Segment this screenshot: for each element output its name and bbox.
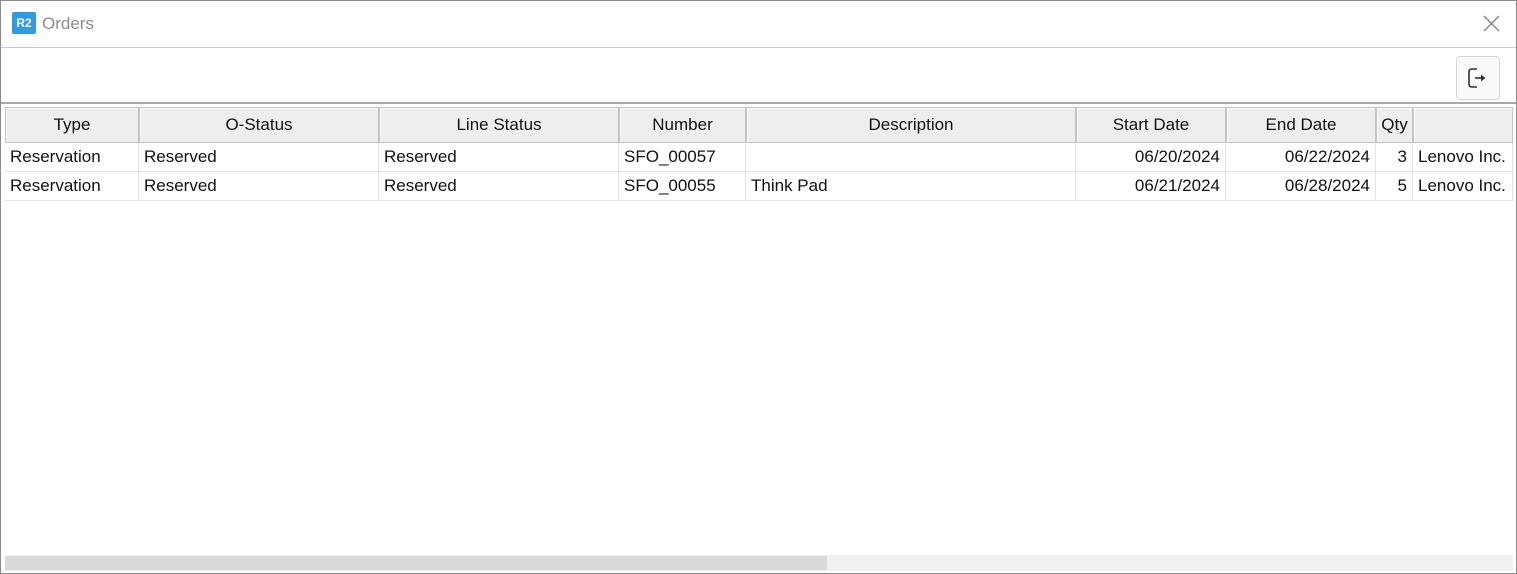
column-header-type[interactable]: Type — [5, 107, 139, 143]
cell-number: SFO_00057 — [619, 143, 746, 172]
column-header-number[interactable]: Number — [619, 107, 746, 143]
horizontal-scrollbar-thumb[interactable] — [5, 556, 827, 570]
cell-type: Reservation — [5, 172, 139, 201]
column-header-description[interactable]: Description — [746, 107, 1076, 143]
cell-vendor: Lenovo Inc. — [1413, 143, 1513, 172]
cell-vendor: Lenovo Inc. — [1413, 172, 1513, 201]
column-header-vendor[interactable] — [1413, 107, 1513, 143]
column-header-line-status[interactable]: Line Status — [379, 107, 619, 143]
app-logo-icon: R2 — [12, 12, 36, 34]
cell-qty: 3 — [1376, 143, 1413, 172]
cell-start-date: 06/21/2024 — [1076, 172, 1226, 201]
exit-button[interactable] — [1456, 56, 1500, 100]
column-header-o-status[interactable]: O-Status — [139, 107, 379, 143]
toolbar — [1, 48, 1516, 104]
table-row[interactable]: Reservation Reserved Reserved SFO_00055 … — [5, 172, 1513, 201]
close-icon — [1483, 15, 1500, 32]
cell-o-status: Reserved — [139, 143, 379, 172]
grid-header-row: Type O-Status Line Status Number Descrip… — [5, 107, 1513, 143]
cell-start-date: 06/20/2024 — [1076, 143, 1226, 172]
table-row[interactable]: Reservation Reserved Reserved SFO_00057 … — [5, 143, 1513, 172]
cell-end-date: 06/28/2024 — [1226, 172, 1376, 201]
orders-grid[interactable]: Type O-Status Line Status Number Descrip… — [5, 107, 1513, 572]
cell-line-status: Reserved — [379, 172, 619, 201]
title-bar: R2 Orders — [1, 1, 1516, 48]
column-header-qty[interactable]: Qty — [1376, 107, 1413, 143]
orders-table: Type O-Status Line Status Number Descrip… — [5, 107, 1513, 201]
cell-number: SFO_00055 — [619, 172, 746, 201]
orders-window: R2 Orders Type O-Status Line Status Numb… — [0, 0, 1517, 574]
cell-qty: 5 — [1376, 172, 1413, 201]
cell-type: Reservation — [5, 143, 139, 172]
horizontal-scrollbar[interactable] — [5, 555, 1513, 571]
cell-description: Think Pad — [746, 172, 1076, 201]
cell-line-status: Reserved — [379, 143, 619, 172]
cell-description — [746, 143, 1076, 172]
column-header-end-date[interactable]: End Date — [1226, 107, 1376, 143]
exit-icon — [1468, 68, 1486, 88]
column-header-start-date[interactable]: Start Date — [1076, 107, 1226, 143]
cell-o-status: Reserved — [139, 172, 379, 201]
window-title: Orders — [42, 14, 94, 33]
cell-end-date: 06/22/2024 — [1226, 143, 1376, 172]
close-button[interactable] — [1475, 9, 1507, 39]
